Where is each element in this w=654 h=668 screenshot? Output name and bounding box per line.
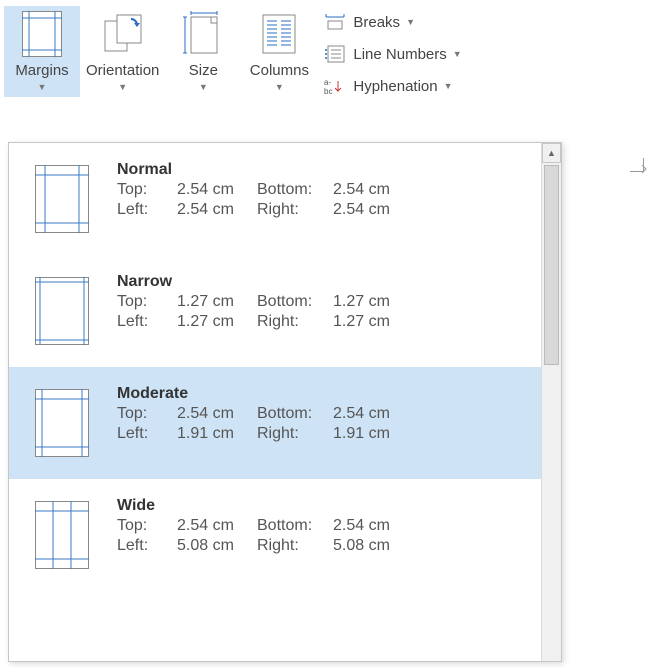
breaks-button[interactable]: Breaks ▼: [319, 10, 465, 34]
scroll-thumb[interactable]: [544, 165, 559, 365]
value-bottom: 1.27 cm: [333, 293, 413, 311]
margin-preset-wide[interactable]: Wide Top: 2.54 cm Bottom: 2.54 cm Left: …: [9, 479, 541, 591]
margin-preset-body: Normal Top: 2.54 cm Bottom: 2.54 cm Left…: [117, 161, 527, 219]
dropdown-caret-icon: ▼: [444, 81, 453, 91]
label-bottom: Bottom:: [257, 293, 333, 311]
size-button[interactable]: Size ▼: [165, 6, 241, 97]
page-setup-small-buttons: Breaks ▼ Line Numbers ▼ a-bc Hyphenation…: [317, 6, 467, 102]
label-left: Left:: [117, 425, 177, 443]
hyphenation-button[interactable]: a-bc Hyphenation ▼: [319, 74, 465, 98]
label-bottom: Bottom:: [257, 181, 333, 199]
value-top: 2.54 cm: [177, 405, 257, 423]
margin-preset-title: Normal: [117, 161, 527, 179]
value-left: 1.91 cm: [177, 425, 257, 443]
line-numbers-button[interactable]: Line Numbers ▼: [319, 42, 465, 66]
value-left: 1.27 cm: [177, 313, 257, 331]
size-label: Size: [189, 62, 218, 79]
label-top: Top:: [117, 517, 177, 535]
label-right: Right:: [257, 201, 333, 219]
margin-preset-title: Wide: [117, 497, 527, 515]
size-icon: [179, 10, 227, 58]
margin-preset-icon: [35, 501, 89, 569]
svg-text:a-: a-: [324, 78, 331, 87]
label-top: Top:: [117, 293, 177, 311]
label-left: Left:: [117, 201, 177, 219]
margin-preset-normal[interactable]: Normal Top: 2.54 cm Bottom: 2.54 cm Left…: [9, 143, 541, 255]
value-left: 5.08 cm: [177, 537, 257, 555]
svg-text:bc: bc: [324, 87, 332, 95]
label-top: Top:: [117, 181, 177, 199]
dropdown-caret-icon: ▼: [453, 49, 462, 59]
dropdown-caret-icon: ▼: [118, 82, 127, 92]
label-left: Left:: [117, 313, 177, 331]
margin-preset-icon: [35, 165, 89, 233]
dropdown-caret-icon: ▼: [406, 17, 415, 27]
orientation-button[interactable]: Orientation ▼: [80, 6, 165, 97]
hyphenation-icon: a-bc: [323, 76, 347, 96]
label-top: Top:: [117, 405, 177, 423]
margin-preset-body: Narrow Top: 1.27 cm Bottom: 1.27 cm Left…: [117, 273, 527, 331]
label-right: Right:: [257, 313, 333, 331]
orientation-icon: [99, 10, 147, 58]
value-top: 2.54 cm: [177, 181, 257, 199]
margin-preset-body: Moderate Top: 2.54 cm Bottom: 2.54 cm Le…: [117, 385, 527, 443]
value-bottom: 2.54 cm: [333, 181, 413, 199]
margin-preset-title: Narrow: [117, 273, 527, 291]
dropdown-caret-icon: ▼: [199, 82, 208, 92]
label-left: Left:: [117, 537, 177, 555]
value-right: 5.08 cm: [333, 537, 413, 555]
value-top: 2.54 cm: [177, 517, 257, 535]
page-setup-ribbon-group: Margins ▼ Orientation ▼: [0, 0, 654, 102]
dropdown-caret-icon: ▼: [38, 82, 47, 92]
margin-preset-icon: [35, 277, 89, 345]
dialog-launcher-icon[interactable]: [630, 158, 644, 172]
scrollbar[interactable]: ▲: [541, 143, 561, 661]
columns-icon: [255, 10, 303, 58]
margins-button[interactable]: Margins ▼: [4, 6, 80, 97]
margin-preset-title: Moderate: [117, 385, 527, 403]
margin-preset-narrow[interactable]: Narrow Top: 1.27 cm Bottom: 1.27 cm Left…: [9, 255, 541, 367]
margins-icon: [18, 10, 66, 58]
value-left: 2.54 cm: [177, 201, 257, 219]
value-right: 1.27 cm: [333, 313, 413, 331]
value-right: 1.91 cm: [333, 425, 413, 443]
line-numbers-icon: [323, 44, 347, 64]
value-top: 1.27 cm: [177, 293, 257, 311]
label-bottom: Bottom:: [257, 405, 333, 423]
label-bottom: Bottom:: [257, 517, 333, 535]
orientation-label: Orientation: [86, 62, 159, 79]
scroll-up-button[interactable]: ▲: [542, 143, 561, 163]
dropdown-caret-icon: ▼: [275, 82, 284, 92]
margin-preset-icon: [35, 389, 89, 457]
breaks-icon: [323, 12, 347, 32]
hyphenation-label: Hyphenation: [353, 78, 437, 95]
columns-label: Columns: [250, 62, 309, 79]
columns-button[interactable]: Columns ▼: [241, 6, 317, 97]
value-right: 2.54 cm: [333, 201, 413, 219]
label-right: Right:: [257, 537, 333, 555]
margins-gallery-list: Normal Top: 2.54 cm Bottom: 2.54 cm Left…: [9, 143, 541, 661]
margins-label: Margins: [15, 62, 68, 79]
margin-preset-body: Wide Top: 2.54 cm Bottom: 2.54 cm Left: …: [117, 497, 527, 555]
value-bottom: 2.54 cm: [333, 517, 413, 535]
margins-gallery-dropdown: Normal Top: 2.54 cm Bottom: 2.54 cm Left…: [8, 142, 562, 662]
value-bottom: 2.54 cm: [333, 405, 413, 423]
label-right: Right:: [257, 425, 333, 443]
line-numbers-label: Line Numbers: [353, 46, 446, 63]
breaks-label: Breaks: [353, 14, 400, 31]
margin-preset-moderate[interactable]: Moderate Top: 2.54 cm Bottom: 2.54 cm Le…: [9, 367, 541, 479]
